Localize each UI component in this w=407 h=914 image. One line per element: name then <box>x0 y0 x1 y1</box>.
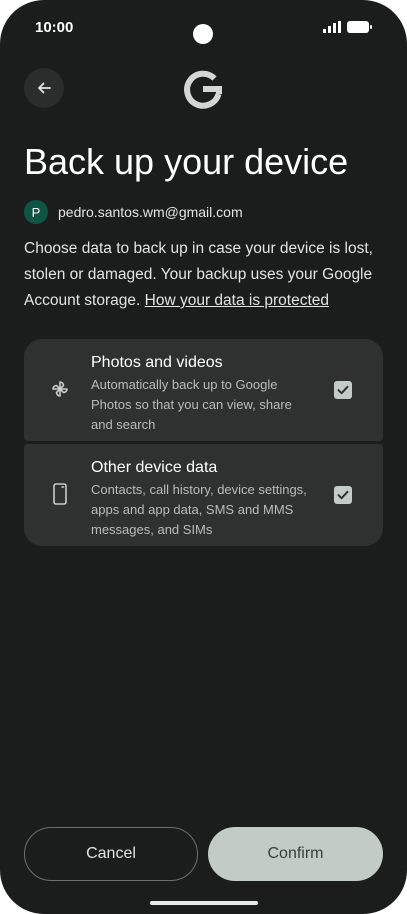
phone-screen: 10:00 Back up your device P pedro.santos… <box>0 0 407 914</box>
home-indicator[interactable] <box>150 901 258 905</box>
back-button[interactable] <box>24 68 64 108</box>
option-photos-videos[interactable]: Photos and videos Automatically back up … <box>24 339 383 441</box>
option-title: Other device data <box>91 459 218 476</box>
option-subtitle: Automatically back up to Google Photos s… <box>91 377 292 432</box>
check-icon <box>337 490 349 500</box>
system-icons <box>323 21 373 33</box>
camera-cutout <box>193 24 213 44</box>
option-text: Photos and videos Automatically back up … <box>91 353 316 435</box>
confirm-button[interactable]: Confirm <box>208 827 383 881</box>
arrow-back-icon <box>38 82 51 94</box>
page-title: Back up your device <box>24 141 349 182</box>
option-other-device-data[interactable]: Other device data Contacts, call history… <box>24 444 383 546</box>
pinwheel-icon <box>52 381 68 397</box>
check-icon <box>337 385 349 395</box>
status-bar: 10:00 <box>0 0 407 56</box>
option-subtitle: Contacts, call history, device settings,… <box>91 482 307 537</box>
option-text: Other device data Contacts, call history… <box>91 458 316 540</box>
description: Choose data to back up in case your devi… <box>24 236 386 314</box>
avatar: P <box>24 200 48 224</box>
signal-icon <box>323 21 341 33</box>
status-time: 10:00 <box>35 19 74 36</box>
phone-icon <box>53 483 67 505</box>
battery-icon <box>347 21 372 33</box>
device-data-checkbox[interactable] <box>334 486 352 504</box>
google-logo-icon <box>184 70 222 109</box>
option-title: Photos and videos <box>91 354 223 371</box>
cancel-button[interactable]: Cancel <box>24 827 198 881</box>
account-email: pedro.santos.wm@gmail.com <box>58 204 243 220</box>
photos-checkbox[interactable] <box>334 381 352 399</box>
account-row: P pedro.santos.wm@gmail.com <box>24 200 243 224</box>
data-protection-link[interactable]: How your data is protected <box>145 292 329 309</box>
